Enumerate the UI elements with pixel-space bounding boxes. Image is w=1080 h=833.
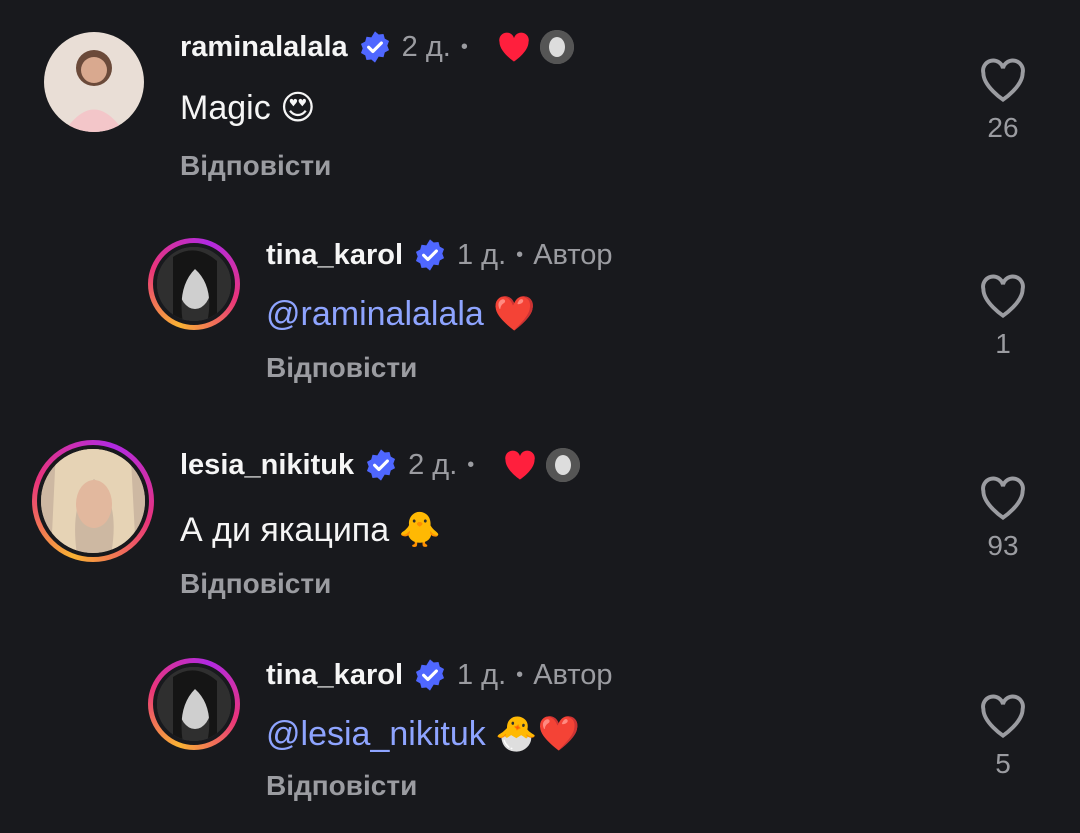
avatar-raminalalala[interactable] <box>44 32 144 132</box>
reply-button[interactable]: Відповісти <box>266 352 417 384</box>
like-count: 93 <box>987 530 1019 561</box>
separator-dot: • <box>516 243 524 266</box>
like-count: 1 <box>995 328 1011 359</box>
username[interactable]: tina_karol <box>266 659 403 692</box>
comment-text: @lesia_nikituk 🐣❤️ <box>266 714 580 754</box>
avatar-tina-karol[interactable] <box>148 658 240 750</box>
timestamp: 1 д. <box>457 658 507 691</box>
comment-lesia-nikituk: lesia_nikituk 2 д. • А ди якаципа 🐥 Відп… <box>0 418 1080 618</box>
like-heart-outline-icon <box>973 56 1033 104</box>
like-count: 5 <box>995 748 1011 779</box>
reply-button[interactable]: Відповісти <box>266 770 417 802</box>
comment-reply-tina-karol-2: tina_karol 1 д. • Автор @lesia_nikituk 🐣… <box>0 630 1080 830</box>
author-mini-avatar <box>539 30 574 64</box>
avatar-tina-karol[interactable] <box>148 238 240 330</box>
avatar-image <box>153 663 235 745</box>
mention-link[interactable]: @lesia_nikituk <box>266 715 486 753</box>
timestamp: 2 д. <box>401 30 451 63</box>
like-heart-outline-icon <box>973 692 1033 740</box>
comment-emoji: 😍 <box>280 89 316 127</box>
reply-button[interactable]: Відповісти <box>180 150 331 182</box>
reply-button[interactable]: Відповісти <box>180 568 331 600</box>
author-label: Автор <box>533 238 613 271</box>
separator-dot: • <box>460 35 468 58</box>
comment-text-content: А ди якаципа <box>180 511 390 549</box>
separator-dot: • <box>467 453 475 476</box>
like-button[interactable]: 93 <box>973 474 1033 562</box>
like-button[interactable]: 26 <box>973 56 1033 144</box>
comment-text: А ди якаципа 🐥 <box>180 510 441 550</box>
timestamp: 2 д. <box>408 448 458 481</box>
like-button[interactable]: 1 <box>973 272 1033 360</box>
separator-dot: • <box>516 663 524 686</box>
comment-emoji: ❤️ <box>493 295 536 333</box>
verified-badge-icon <box>364 448 398 482</box>
comment-emoji: 🐥 <box>398 511 441 549</box>
avatar-image <box>153 243 235 325</box>
like-button[interactable]: 5 <box>973 692 1033 780</box>
username[interactable]: raminalalala <box>180 31 348 64</box>
comment-reply-tina-karol-1: tina_karol 1 д. • Автор @raminalalala ❤️… <box>0 210 1080 410</box>
mention-link[interactable]: @raminalalala <box>266 295 484 333</box>
like-heart-outline-icon <box>973 272 1033 320</box>
comment-raminalalala: raminalalala 2 д. • Magic 😍 Відповісти 2… <box>0 0 1080 200</box>
like-heart-outline-icon <box>973 474 1033 522</box>
verified-badge-icon <box>413 238 447 272</box>
username[interactable]: lesia_nikituk <box>180 449 354 482</box>
timestamp: 1 д. <box>457 238 507 271</box>
author-mini-avatar <box>546 448 581 482</box>
username[interactable]: tina_karol <box>266 239 403 272</box>
comment-text-content: Magic <box>180 89 271 127</box>
comment-text: Magic 😍 <box>180 88 316 128</box>
author-label: Автор <box>533 658 613 691</box>
avatar-image <box>37 445 149 557</box>
comment-emoji: 🐣❤️ <box>495 715 580 753</box>
comment-text: @raminalalala ❤️ <box>266 294 536 334</box>
author-liked-heart-icon <box>496 31 532 63</box>
verified-badge-icon <box>413 658 447 692</box>
verified-badge-icon <box>358 30 392 64</box>
like-count: 26 <box>987 112 1019 143</box>
avatar-lesia-nikituk[interactable] <box>32 440 154 562</box>
author-liked-heart-icon <box>502 449 538 481</box>
